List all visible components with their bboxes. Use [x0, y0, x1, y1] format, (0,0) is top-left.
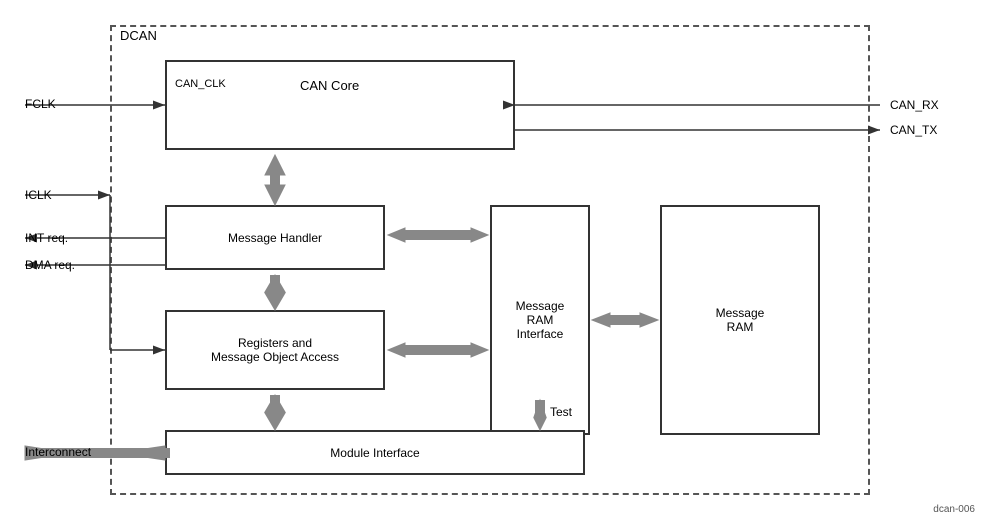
message-ram-interface-box: Message RAM Interface — [490, 205, 590, 435]
module-interface-box: Module Interface — [165, 430, 585, 475]
diagram-number: dcan-006 — [933, 504, 975, 515]
dma-req-label: DMA req. — [25, 258, 75, 272]
message-handler-box: Message Handler — [165, 205, 385, 270]
can-clk-label: CAN_CLK — [175, 78, 226, 90]
registers-label: Registers and Message Object Access — [211, 336, 339, 364]
message-ram-label: Message RAM — [716, 306, 765, 334]
fclk-label: FCLK — [25, 97, 56, 111]
message-ram-box: Message RAM — [660, 205, 820, 435]
module-interface-label: Module Interface — [330, 446, 419, 460]
message-ram-interface-label: Message RAM Interface — [516, 299, 565, 341]
can-tx-label: CAN_TX — [890, 123, 937, 137]
test-label: Test — [550, 405, 572, 419]
message-handler-label: Message Handler — [228, 231, 322, 245]
dcan-label: DCAN — [120, 28, 157, 43]
registers-box: Registers and Message Object Access — [165, 310, 385, 390]
diagram-container: DCAN CAN_CLK CAN Core Message Handler Re… — [10, 10, 980, 520]
iclk-label: ICLK — [25, 188, 52, 202]
interconnect-label: Interconnect — [25, 445, 91, 459]
can-core-box — [165, 60, 515, 150]
int-req-label: INT req. — [25, 231, 68, 245]
can-rx-label: CAN_RX — [890, 98, 939, 112]
can-core-label: CAN Core — [300, 78, 359, 93]
